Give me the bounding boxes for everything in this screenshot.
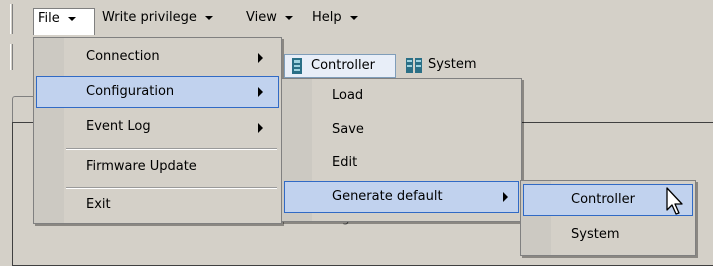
toolbar-system-button[interactable]: System xyxy=(402,54,502,78)
menu-item-label: Configuration xyxy=(86,84,175,99)
menu-view-label: View xyxy=(246,10,277,25)
menu-help-label: Help xyxy=(312,10,342,25)
menu-item-firmware-update[interactable]: Firmware Update xyxy=(36,152,279,184)
menu-item-system[interactable]: System xyxy=(523,220,693,252)
menu-item-label: Generate default xyxy=(332,189,443,204)
menu-help[interactable]: Help xyxy=(308,8,368,30)
chevron-down-icon xyxy=(349,15,358,20)
menu-item-label: Save xyxy=(332,122,364,137)
menu-item-label: Exit xyxy=(86,197,111,212)
submenu-arrow-icon xyxy=(503,192,508,202)
menu-item-save[interactable]: Save xyxy=(284,115,519,147)
menu-separator xyxy=(66,187,277,189)
submenu-arrow-icon xyxy=(258,87,263,97)
file-menu: Connection Configuration Event Log Firmw… xyxy=(33,37,282,224)
menu-item-configuration[interactable]: Configuration xyxy=(36,76,279,108)
menu-bar: File Write privilege View Help xyxy=(0,0,713,38)
submenu-arrow-icon xyxy=(258,53,263,63)
system-icon xyxy=(405,56,423,74)
chevron-down-icon xyxy=(284,15,293,20)
menu-item-label: System xyxy=(571,227,620,242)
configuration-submenu: Load Save Edit Generate default xyxy=(281,78,522,222)
controller-icon xyxy=(288,57,306,75)
chevron-down-icon xyxy=(67,16,76,21)
menu-file-label: File xyxy=(38,11,60,26)
menu-item-load[interactable]: Load xyxy=(284,81,519,113)
menu-item-event-log[interactable]: Event Log xyxy=(36,112,279,144)
toolbar-controller-button[interactable]: Controller xyxy=(284,54,396,78)
toolbar-grip[interactable] xyxy=(10,44,13,70)
menu-item-exit[interactable]: Exit xyxy=(36,190,279,222)
mouse-cursor-icon xyxy=(665,186,689,216)
menu-write-privilege-label: Write privilege xyxy=(102,10,197,25)
toolbar-controller-label: Controller xyxy=(311,58,375,73)
menu-view[interactable]: View xyxy=(242,8,303,30)
menu-item-label: Controller xyxy=(571,192,635,207)
menu-item-connection[interactable]: Connection xyxy=(36,42,279,74)
menu-write-privilege[interactable]: Write privilege xyxy=(98,8,223,30)
chevron-down-icon xyxy=(204,15,213,20)
menu-item-label: Edit xyxy=(332,155,358,170)
toolbar-grip[interactable] xyxy=(10,4,13,34)
menu-item-generate-default[interactable]: Generate default xyxy=(284,181,519,213)
menu-item-label: Load xyxy=(332,88,364,103)
menu-file[interactable]: File xyxy=(33,8,95,35)
menu-item-label: Event Log xyxy=(86,119,151,134)
menu-item-label: Connection xyxy=(86,49,160,64)
menu-item-label: Firmware Update xyxy=(86,159,197,174)
menu-separator xyxy=(66,148,277,150)
submenu-arrow-icon xyxy=(258,123,263,133)
toolbar-system-label: System xyxy=(428,57,477,72)
menu-item-edit[interactable]: Edit xyxy=(284,148,519,180)
